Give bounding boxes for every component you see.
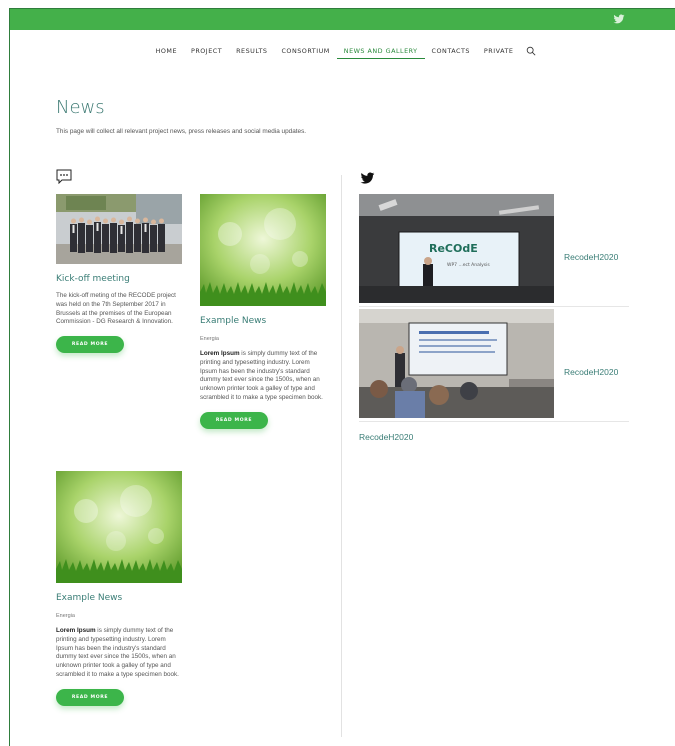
top-bar xyxy=(10,9,675,30)
nav-project[interactable]: PROJECT xyxy=(184,46,229,56)
twitter-footer-handle[interactable]: RecodeH2020 xyxy=(359,432,413,442)
news-body: Lorem Ipsum is simply dummy text of the … xyxy=(56,627,182,680)
news-title[interactable]: Example News xyxy=(200,316,326,326)
column-divider xyxy=(341,175,342,737)
body-bold: Lorem Ipsum xyxy=(56,627,96,634)
twitter-icon[interactable] xyxy=(613,13,625,25)
tweet-item: ReCOdE WP7 ...ect Analysis RecodeH2020 xyxy=(359,194,629,307)
slide-subtitle: WP7 ...ect Analysis xyxy=(447,262,490,268)
green-bokeh-grass-image[interactable] xyxy=(56,471,182,583)
chat-bubble-icon xyxy=(56,169,72,184)
search-icon[interactable] xyxy=(526,46,536,56)
nav-contacts[interactable]: CONTACTS xyxy=(425,46,477,56)
tweet-handle[interactable]: RecodeH2020 xyxy=(564,367,618,377)
page-title: News xyxy=(56,97,105,118)
news-card: Example News Energia Lorem Ipsum is simp… xyxy=(56,471,182,706)
news-title[interactable]: Example News xyxy=(56,593,182,603)
news-body: The kick-off meting of the RECODE projec… xyxy=(56,292,176,326)
nav-results[interactable]: RESULTS xyxy=(229,46,274,56)
news-card: Example News Energia Lorem Ipsum is simp… xyxy=(200,194,326,429)
news-title[interactable]: Kick-off meeting xyxy=(56,274,182,284)
body-text: is simply dummy text of the printing and… xyxy=(200,350,323,401)
news-body: Lorem Ipsum is simply dummy text of the … xyxy=(200,350,326,403)
read-more-button[interactable]: READ MORE xyxy=(200,411,268,429)
news-category[interactable]: Energia xyxy=(200,336,326,342)
slide-title: ReCOdE xyxy=(429,242,478,255)
nav-home[interactable]: HOME xyxy=(149,46,184,56)
tweet-separator xyxy=(359,306,629,307)
nav-consortium[interactable]: CONSORTIUM xyxy=(274,46,336,56)
nav-news-and-gallery[interactable]: NEWS AND GALLERY xyxy=(336,46,425,59)
audience-photo[interactable] xyxy=(359,309,554,418)
page-frame: HOME PROJECT RESULTS CONSORTIUM NEWS AND… xyxy=(9,8,675,746)
read-more-button[interactable]: READ MORE xyxy=(56,688,124,706)
news-card: Kick-off meeting The kick-off meting of … xyxy=(56,194,182,354)
green-bokeh-grass-image[interactable] xyxy=(200,194,326,306)
nav-private[interactable]: PRIVATE xyxy=(477,46,520,56)
tweet-handle[interactable]: RecodeH2020 xyxy=(564,252,618,262)
twitter-icon[interactable] xyxy=(360,172,375,185)
kickoff-group-photo[interactable] xyxy=(56,194,182,264)
tweet-item: RecodeH2020 xyxy=(359,309,629,422)
news-category[interactable]: Energia xyxy=(56,613,182,619)
read-more-button[interactable]: READ MORE xyxy=(56,336,124,354)
body-bold: Lorem Ipsum xyxy=(200,350,240,357)
tweet-separator xyxy=(359,421,629,422)
presentation-photo[interactable]: ReCOdE WP7 ...ect Analysis xyxy=(359,194,554,303)
body-text: is simply dummy text of the printing and… xyxy=(56,627,179,678)
main-nav: HOME PROJECT RESULTS CONSORTIUM NEWS AND… xyxy=(10,43,675,59)
page-description: This page will collect all relevant proj… xyxy=(56,128,307,135)
